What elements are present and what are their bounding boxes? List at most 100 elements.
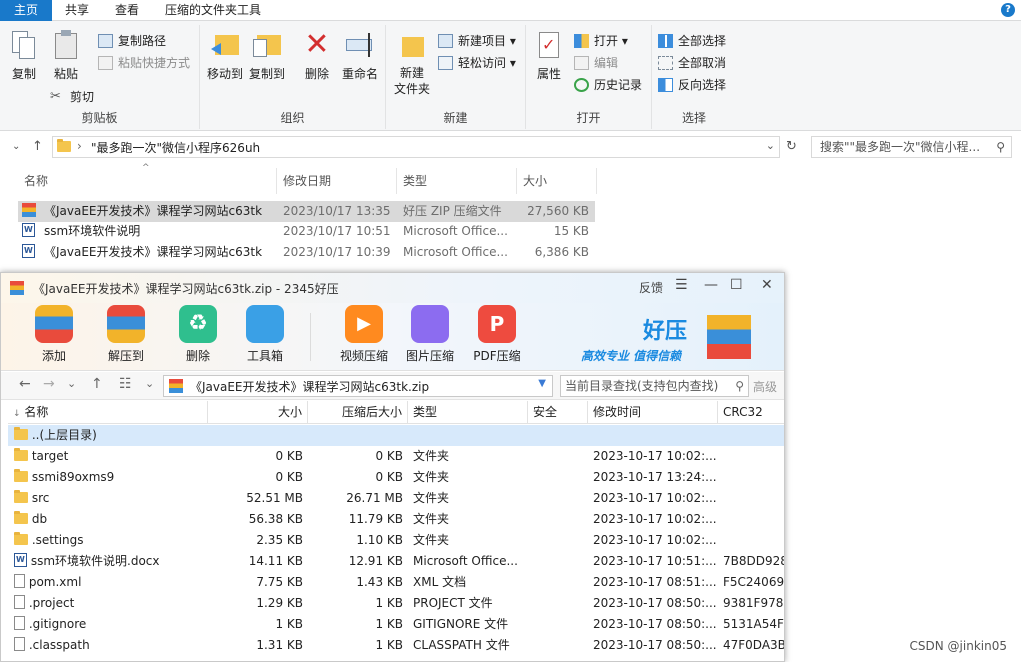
history-dropdown-icon[interactable]: ⌄ (67, 377, 76, 390)
cut-button[interactable]: ✂ 剪切 (50, 87, 94, 107)
path-dropdown-icon[interactable]: ▼ (538, 378, 546, 389)
feedback-link[interactable]: 反馈 (639, 279, 663, 296)
maximize-icon[interactable]: ☐ (730, 277, 743, 293)
rename-button[interactable]: 重命名 (340, 29, 380, 82)
easy-access-button[interactable]: 轻松访问 ▾ (438, 53, 516, 73)
list-item[interactable]: 《JavaEE开发技术》课程学习网站c63tk 2023/10/17 13:35… (18, 201, 595, 222)
col-crc32[interactable]: CRC32 (718, 401, 784, 424)
paste-button[interactable]: 粘贴 (48, 29, 84, 82)
copy-button[interactable]: 复制 (6, 29, 42, 82)
table-row[interactable]: .classpath 1.31 KB 1 KB CLASSPATH 文件 2023-10… (8, 635, 784, 656)
table-row[interactable]: ..(上层目录) (8, 425, 784, 446)
refresh-icon[interactable]: ↻ (786, 139, 797, 154)
copy-to-button[interactable]: 复制到 (248, 29, 286, 82)
tab-view[interactable]: 查看 (102, 0, 152, 21)
minimize-icon[interactable]: — (704, 277, 718, 293)
table-row[interactable]: .settings 2.35 KB 1.10 KB 文件夹 2023-10-17 10:… (8, 530, 784, 551)
history-icon (574, 78, 589, 92)
col-size[interactable]: 大小 (517, 168, 597, 194)
list-item[interactable]: 《JavaEE开发技术》课程学习网站c63tk 2023/10/17 10:39… (18, 242, 595, 263)
advanced-search-link[interactable]: 高级 (753, 378, 777, 395)
copy-path-button[interactable]: 复制路径 (98, 31, 166, 51)
col-modified[interactable]: 修改时间 (588, 401, 718, 424)
table-row[interactable]: pom.xml 7.75 KB 1.43 KB XML 文档 2023-10-17 08… (8, 572, 784, 593)
up-arrow-icon[interactable]: ↑ (32, 139, 43, 154)
haozip-titlebar: 《JavaEE开发技术》课程学习网站c63tk.zip - 2345好压 反馈 … (1, 273, 784, 303)
col-date[interactable]: 修改日期 (277, 168, 397, 194)
word-doc-icon (14, 553, 27, 567)
add-button[interactable]: 添加 (24, 305, 84, 364)
easy-access-icon (438, 56, 453, 70)
tab-home[interactable]: 主页 (0, 0, 53, 21)
pdf-compress-button[interactable]: P PDF压缩 (467, 305, 527, 364)
close-icon[interactable]: ✕ (761, 277, 773, 293)
table-row[interactable]: .project 1.29 KB 1 KB PROJECT 文件 2023-10-17 … (8, 593, 784, 614)
back-arrow-icon[interactable]: ← (19, 376, 31, 392)
edit-button[interactable]: 编辑 (574, 53, 618, 73)
video-compress-button[interactable]: ▶ 视频压缩 (334, 305, 394, 364)
select-all-icon (658, 34, 673, 48)
move-to-button[interactable]: 移动到 (206, 29, 244, 82)
col-name[interactable]: ↓ 名称 (8, 401, 208, 424)
col-size[interactable]: 大小 (208, 401, 308, 424)
zip-icon (22, 203, 36, 217)
dropdown-chevron-icon[interactable]: ⌄ (766, 139, 775, 152)
history-button[interactable]: 历史记录 (574, 75, 642, 95)
select-none-button[interactable]: 全部取消 (658, 53, 726, 73)
brand-slogan: 高效专业 值得信赖 (581, 349, 682, 363)
select-all-button[interactable]: 全部选择 (658, 31, 726, 51)
archive-find-input[interactable]: 当前目录查找(支持包内查找) ⚲ (560, 375, 749, 397)
archive-path-bar[interactable]: 《JavaEE开发技术》课程学习网站c63tk.zip ▼ (163, 375, 553, 397)
breadcrumb-chevron-icon: › (77, 139, 82, 153)
delete-button[interactable]: ✕ 删除 (300, 29, 334, 82)
new-item-button[interactable]: 新建项目 ▾ (438, 31, 516, 51)
folder-icon (57, 139, 71, 152)
view-dropdown-icon[interactable]: ⌄ (145, 377, 154, 390)
word-doc-icon (22, 223, 35, 237)
open-button[interactable]: 打开 ▾ (574, 31, 628, 51)
tab-share[interactable]: 共享 (52, 0, 102, 21)
add-archive-icon (35, 305, 73, 343)
zip-icon (169, 379, 183, 393)
file-icon (14, 616, 25, 630)
help-icon[interactable]: ? (1001, 3, 1015, 17)
new-folder-button[interactable]: 新建 文件夹 (392, 29, 432, 97)
path-icon (98, 34, 113, 48)
table-row[interactable]: target 0 KB 0 KB 文件夹 2023-10-17 10:02:... (8, 446, 784, 467)
extract-to-button[interactable]: 解压到 (96, 305, 156, 364)
table-row[interactable]: .gitignore 1 KB 1 KB GITIGNORE 文件 2023-10-17… (8, 614, 784, 635)
toolbox-button[interactable]: 工具箱 (235, 305, 295, 364)
properties-button[interactable]: ✓ 属性 (532, 29, 566, 82)
group-new: 新建 文件夹 新建项目 ▾ 轻松访问 ▾ 新建 (386, 25, 526, 129)
table-row[interactable]: ssm环境软件说明.docx14.11 KB12.91 KBMicrosoft … (8, 551, 784, 572)
tab-compressed-tools[interactable]: 压缩的文件夹工具 (152, 0, 274, 21)
table-row[interactable]: db 56.38 KB 11.79 KB 文件夹 2023-10-17 10:02:..… (8, 509, 784, 530)
table-row[interactable]: src 52.51 MB 26.71 MB 文件夹 2023-10-17 10:02:.… (8, 488, 784, 509)
up-arrow-icon[interactable]: ↑ (91, 376, 103, 392)
image-icon (411, 305, 449, 343)
col-packed[interactable]: 压缩后大小 (308, 401, 408, 424)
address-row: ⌄ ↑ › "最多跑一次"微信小程序626uh ⌄ ↻ 搜索""最多跑一次"微信… (0, 135, 1021, 161)
select-none-icon (658, 56, 673, 70)
delete-archive-button[interactable]: ♻ 删除 (168, 305, 228, 364)
group-select: 全部选择 全部取消 反向选择 选择 (652, 25, 736, 129)
paste-shortcut-button[interactable]: 粘贴快捷方式 (98, 53, 190, 73)
file-icon (14, 595, 25, 609)
menu-icon[interactable]: ☰ (675, 277, 688, 293)
new-item-icon (438, 34, 453, 48)
search-input[interactable]: 搜索""最多跑一次"微信小程... ⚲ (811, 136, 1012, 158)
image-compress-button[interactable]: 图片压缩 (400, 305, 460, 364)
chevron-down-icon[interactable]: ⌄ (12, 141, 20, 152)
invert-selection-button[interactable]: 反向选择 (658, 75, 726, 95)
col-security[interactable]: 安全 (528, 401, 588, 424)
col-type[interactable]: 类型 (397, 168, 517, 194)
list-item[interactable]: ssm环境软件说明 2023/10/17 10:51 Microsoft Off… (18, 221, 595, 242)
address-bar[interactable]: › "最多跑一次"微信小程序626uh ⌄ (52, 136, 780, 158)
properties-check-icon: ✓ (533, 29, 565, 61)
col-type[interactable]: 类型 (408, 401, 528, 424)
view-mode-icon[interactable]: ☷ (119, 376, 132, 392)
forward-arrow-icon[interactable]: → (43, 376, 55, 392)
table-row[interactable]: ssmi89oxms9 0 KB 0 KB 文件夹 2023-10-17 13:24:.… (8, 467, 784, 488)
video-icon: ▶ (345, 305, 383, 343)
folder-icon (14, 469, 28, 482)
